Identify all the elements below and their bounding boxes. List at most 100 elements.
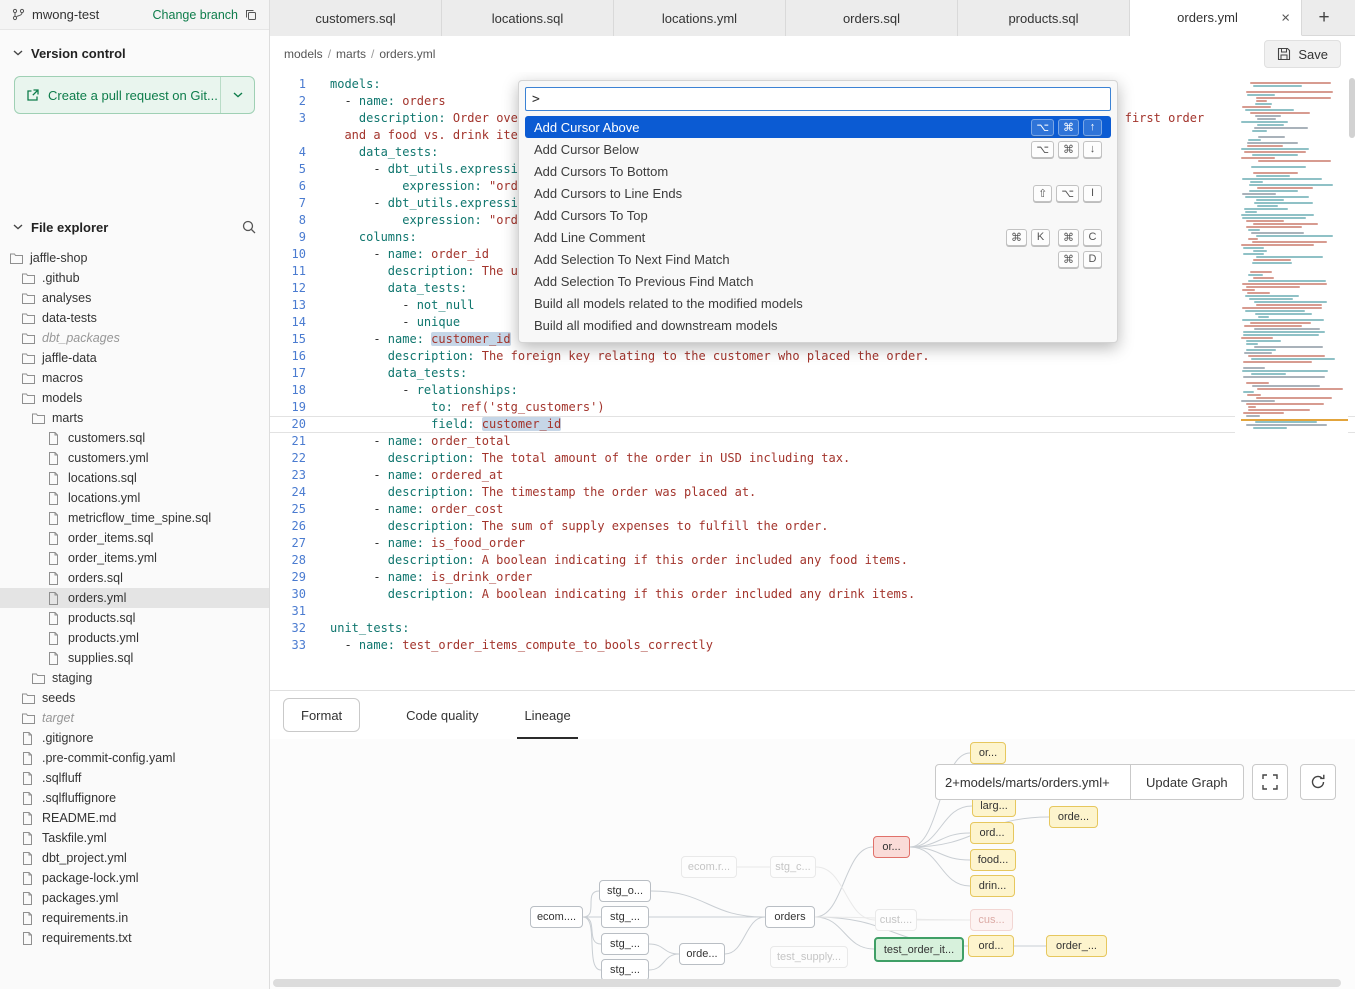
palette-item[interactable]: Add Selection To Next Find Match⌘D: [525, 248, 1111, 270]
tab-locations.yml[interactable]: locations.yml: [614, 0, 786, 36]
tab-code-quality[interactable]: Code quality: [406, 691, 478, 739]
lineage-node-or-pink[interactable]: or...: [873, 836, 910, 858]
tree-item-.github[interactable]: .github: [0, 268, 269, 288]
tree-item-data-tests[interactable]: data-tests: [0, 308, 269, 328]
lineage-node-stg-o[interactable]: stg_o...: [599, 880, 651, 902]
tree-item-.gitignore[interactable]: .gitignore: [0, 728, 269, 748]
lineage-node-stg-2[interactable]: stg_...: [601, 933, 649, 955]
lineage-node-food[interactable]: food...: [970, 849, 1016, 871]
code-line-20[interactable]: 20 field: customer_id: [270, 416, 1355, 433]
editor[interactable]: 1models:2 - name: orders3 description: O…: [270, 72, 1355, 690]
tree-item-Taskfile.yml[interactable]: Taskfile.yml: [0, 828, 269, 848]
palette-item[interactable]: Add Line Comment⌘K⌘C: [525, 226, 1111, 248]
code-line-27[interactable]: 27 - name: is_food_order: [270, 535, 1355, 552]
tree-item-.pre-commit-config.yaml[interactable]: .pre-commit-config.yaml: [0, 748, 269, 768]
code-line-32[interactable]: 32unit_tests:: [270, 620, 1355, 637]
tree-item-models[interactable]: models: [0, 388, 269, 408]
tree-item-README.md[interactable]: README.md: [0, 808, 269, 828]
version-control-header[interactable]: Version control: [0, 40, 269, 66]
code-line-23[interactable]: 23 - name: ordered_at: [270, 467, 1355, 484]
lineage-node-ord-1[interactable]: ord...: [970, 822, 1014, 844]
tree-item-supplies.sql[interactable]: supplies.sql: [0, 648, 269, 668]
lineage-node-cus-pink[interactable]: cus...: [970, 909, 1013, 931]
breadcrumb-file[interactable]: orders.yml: [379, 47, 435, 61]
search-icon[interactable]: [242, 220, 256, 234]
new-tab-button[interactable]: +: [1302, 0, 1346, 35]
palette-item[interactable]: Add Cursors To Top: [525, 204, 1111, 226]
palette-item[interactable]: Add Cursors to Line Ends⇧⌥I: [525, 182, 1111, 204]
lineage-selector-input[interactable]: [935, 764, 1131, 800]
lineage-node-or-top[interactable]: or...: [970, 742, 1006, 764]
tree-item-products.sql[interactable]: products.sql: [0, 608, 269, 628]
code-line-29[interactable]: 29 - name: is_drink_order: [270, 569, 1355, 586]
tree-item-staging[interactable]: staging: [0, 668, 269, 688]
tree-item-order_items.sql[interactable]: order_items.sql: [0, 528, 269, 548]
tab-orders.sql[interactable]: orders.sql: [786, 0, 958, 36]
code-line-28[interactable]: 28 description: A boolean indicating if …: [270, 552, 1355, 569]
lineage-node-drink[interactable]: drin...: [970, 875, 1015, 897]
tree-item-target[interactable]: target: [0, 708, 269, 728]
code-line-31[interactable]: 31: [270, 603, 1355, 620]
lineage-graph[interactable]: Update Graph or...larg...ord...food...dr…: [270, 739, 1355, 989]
palette-item[interactable]: Build all modified and downstream models: [525, 314, 1111, 336]
palette-item[interactable]: Build all models related to the modified…: [525, 292, 1111, 314]
tab-products.sql[interactable]: products.sql: [958, 0, 1130, 36]
lineage-node-orde-mid[interactable]: orde...: [679, 943, 725, 965]
breadcrumb-marts[interactable]: marts: [336, 47, 366, 61]
code-line-33[interactable]: 33 - name: test_order_items_compute_to_b…: [270, 637, 1355, 654]
tree-item-locations.yml[interactable]: locations.yml: [0, 488, 269, 508]
tab-customers.sql[interactable]: customers.sql: [270, 0, 442, 36]
code-line-17[interactable]: 17 data_tests:: [270, 365, 1355, 382]
tree-item-requirements.in[interactable]: requirements.in: [0, 908, 269, 928]
lineage-node-orders[interactable]: orders: [765, 906, 815, 928]
lineage-node-test-order[interactable]: test_order_it...: [874, 937, 964, 962]
command-palette-input[interactable]: [525, 87, 1111, 111]
lineage-node-ecom[interactable]: ecom....: [530, 906, 583, 928]
tab-orders.yml[interactable]: orders.yml×: [1130, 0, 1302, 36]
breadcrumb-models[interactable]: models: [284, 47, 323, 61]
tree-item-seeds[interactable]: seeds: [0, 688, 269, 708]
tree-item-dbt_project.yml[interactable]: dbt_project.yml: [0, 848, 269, 868]
close-icon[interactable]: ×: [1281, 10, 1290, 25]
tree-item-customers.sql[interactable]: customers.sql: [0, 428, 269, 448]
code-line-21[interactable]: 21 - name: order_total: [270, 433, 1355, 450]
editor-scrollbar[interactable]: [1349, 78, 1355, 138]
pr-dropdown-button[interactable]: [220, 77, 254, 113]
tree-item-macros[interactable]: macros: [0, 368, 269, 388]
save-button[interactable]: Save: [1264, 40, 1341, 68]
tree-item-locations.sql[interactable]: locations.sql: [0, 468, 269, 488]
tree-item-.sqlfluff[interactable]: .sqlfluff: [0, 768, 269, 788]
lineage-scrollbar[interactable]: [273, 979, 1341, 987]
lineage-node-ord-2[interactable]: ord...: [968, 935, 1014, 957]
tree-item-orders.yml[interactable]: orders.yml: [0, 588, 269, 608]
tab-locations.sql[interactable]: locations.sql: [442, 0, 614, 36]
code-line-16[interactable]: 16 description: The foreign key relating…: [270, 348, 1355, 365]
refresh-icon[interactable]: [1300, 764, 1336, 800]
tree-item-packages.yml[interactable]: packages.yml: [0, 888, 269, 908]
code-line-19[interactable]: 19 to: ref('stg_customers'): [270, 399, 1355, 416]
tree-item-marts[interactable]: marts: [0, 408, 269, 428]
tree-item-dbt_packages[interactable]: dbt_packages: [0, 328, 269, 348]
code-line-26[interactable]: 26 description: The sum of supply expens…: [270, 518, 1355, 535]
tree-item-.sqlfluffignore[interactable]: .sqlfluffignore: [0, 788, 269, 808]
tree-item-customers.yml[interactable]: customers.yml: [0, 448, 269, 468]
change-branch-link[interactable]: Change branch: [153, 8, 238, 22]
fullscreen-icon[interactable]: [1252, 764, 1288, 800]
code-line-30[interactable]: 30 description: A boolean indicating if …: [270, 586, 1355, 603]
tree-item-metricflow_time_spine.sql[interactable]: metricflow_time_spine.sql: [0, 508, 269, 528]
code-line-18[interactable]: 18 - relationships:: [270, 382, 1355, 399]
palette-item[interactable]: Add Selection To Previous Find Match: [525, 270, 1111, 292]
lineage-node-cust-faded[interactable]: cust....: [875, 909, 917, 931]
tree-item-requirements.txt[interactable]: requirements.txt: [0, 928, 269, 948]
tree-item-products.yml[interactable]: products.yml: [0, 628, 269, 648]
palette-item[interactable]: Add Cursor Below⌥⌘↓: [525, 138, 1111, 160]
lineage-node-orde-right[interactable]: orde...: [1049, 806, 1098, 828]
format-button[interactable]: Format: [283, 698, 360, 732]
code-line-25[interactable]: 25 - name: order_cost: [270, 501, 1355, 518]
file-explorer-header[interactable]: File explorer: [0, 214, 269, 240]
lineage-node-stg-3[interactable]: stg_...: [601, 959, 649, 981]
code-line-22[interactable]: 22 description: The total amount of the …: [270, 450, 1355, 467]
lineage-node-stg-c-faded[interactable]: stg_c...: [770, 856, 816, 878]
minimap[interactable]: [1235, 82, 1348, 552]
lineage-node-order-right[interactable]: order_...: [1046, 935, 1107, 957]
